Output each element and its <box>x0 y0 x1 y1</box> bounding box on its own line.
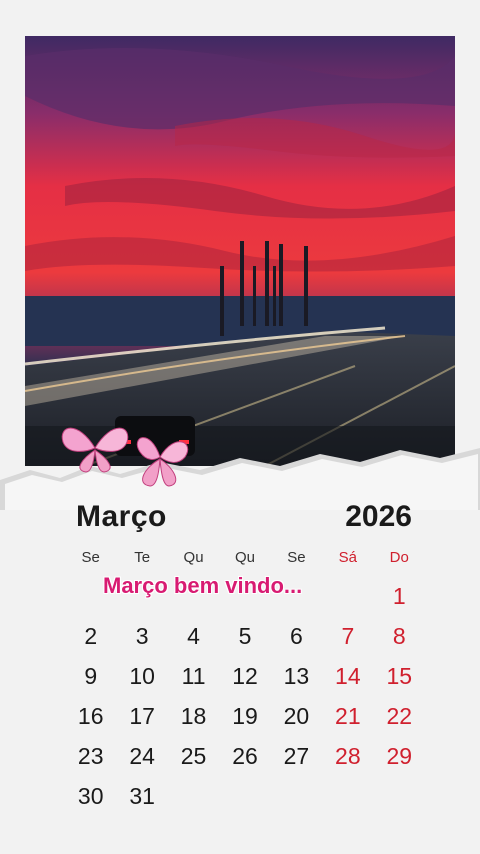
weekday-label: Se <box>81 549 100 566</box>
day-cell[interactable]: 14 <box>322 662 373 702</box>
day-cell[interactable]: 9 <box>65 662 116 702</box>
day-cell[interactable]: 27 <box>271 742 322 782</box>
butterfly-icon <box>61 427 129 473</box>
day-cell[interactable]: 21 <box>322 702 373 742</box>
sunset-bridge-photo <box>25 36 455 466</box>
empty-day-cell <box>168 782 219 822</box>
day-cell[interactable]: 2 <box>65 622 116 662</box>
day-cell[interactable]: 5 <box>219 622 270 662</box>
weekday-label: Do <box>389 549 409 566</box>
weekday-label: Qu <box>183 549 204 566</box>
day-cell[interactable]: 26 <box>219 742 270 782</box>
day-cell[interactable]: 22 <box>374 702 425 742</box>
day-cell[interactable]: 8 <box>374 622 425 662</box>
day-cell[interactable]: 31 <box>116 782 167 822</box>
butterfly-icon <box>136 437 189 487</box>
day-cell[interactable]: 1 <box>374 582 425 622</box>
weekday-header: Se Te Qu Qu Se Sá Do <box>65 549 425 566</box>
day-cell[interactable]: 20 <box>271 702 322 742</box>
empty-day-cell <box>322 782 373 822</box>
day-cell[interactable]: 11 <box>168 662 219 702</box>
day-cell[interactable]: 16 <box>65 702 116 742</box>
day-cell[interactable]: 17 <box>116 702 167 742</box>
calendar-grid: 1 2 3 4 5 6 7 8 9 10 11 12 13 14 15 16 17 18 19 20 21 22 23 24 2… <box>65 582 425 822</box>
weekday-label: Qu <box>234 549 255 566</box>
empty-day-cell <box>271 782 322 822</box>
weekday-label: Sá <box>338 549 358 566</box>
weekday-label: Se <box>287 549 306 566</box>
day-cell[interactable]: 12 <box>219 662 270 702</box>
day-cell[interactable]: 23 <box>65 742 116 782</box>
empty-day-cell <box>322 582 373 622</box>
weekday-label: Te <box>134 549 151 566</box>
empty-day-cell <box>219 782 270 822</box>
day-cell[interactable]: 25 <box>168 742 219 782</box>
day-cell[interactable]: 3 <box>116 622 167 662</box>
day-cell[interactable]: 24 <box>116 742 167 782</box>
day-cell[interactable]: 30 <box>65 782 116 822</box>
year-title: 2026 <box>345 500 412 533</box>
empty-day-cell <box>374 782 425 822</box>
day-cell[interactable]: 13 <box>271 662 322 702</box>
day-cell[interactable]: 10 <box>116 662 167 702</box>
day-cell[interactable]: 7 <box>322 622 373 662</box>
greeting-text: Março bem vindo... <box>103 573 303 598</box>
month-title: Março <box>76 500 167 533</box>
day-cell[interactable]: 18 <box>168 702 219 742</box>
day-cell[interactable]: 4 <box>168 622 219 662</box>
day-cell[interactable]: 15 <box>374 662 425 702</box>
day-cell[interactable]: 19 <box>219 702 270 742</box>
day-cell[interactable]: 29 <box>374 742 425 782</box>
day-cell[interactable]: 28 <box>322 742 373 782</box>
day-cell[interactable]: 6 <box>271 622 322 662</box>
